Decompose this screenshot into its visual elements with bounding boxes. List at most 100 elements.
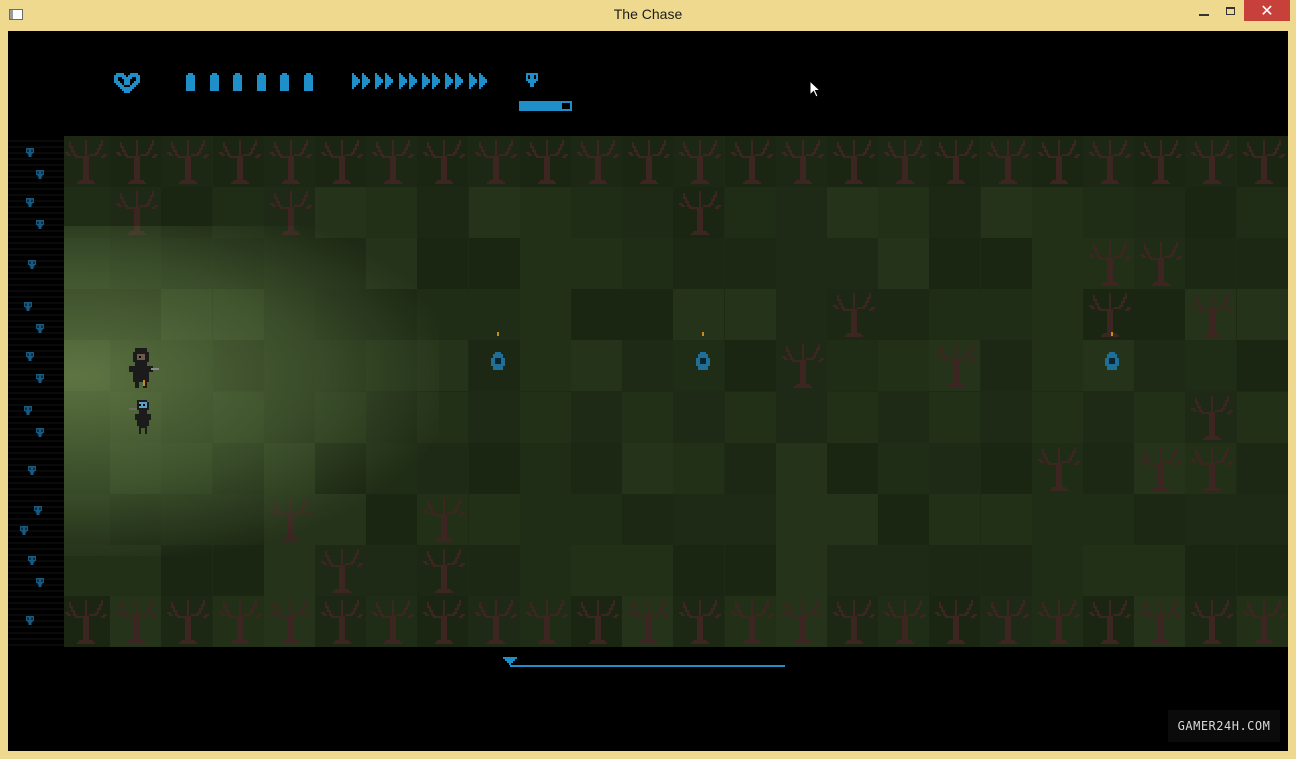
enemy-distance-bar: [519, 101, 572, 111]
ground-tile: [1134, 391, 1186, 443]
ground-tile: [366, 187, 418, 239]
ground-tile: [366, 340, 418, 392]
dead-tree: [884, 599, 927, 644]
dead-tree: [218, 140, 261, 184]
ground-tile: [1236, 289, 1288, 341]
ground-tile: [1134, 493, 1186, 545]
ground-tile: [878, 289, 930, 341]
hooded-companion[interactable]: [129, 400, 157, 436]
forest-map[interactable]: [59, 136, 1288, 647]
ground-tile: [980, 544, 1032, 596]
ground-tile: [519, 391, 571, 443]
ground-tile: [519, 187, 571, 239]
ground-tile: [519, 238, 571, 290]
close-button[interactable]: ✕: [1244, 0, 1290, 21]
ground-tile: [519, 442, 571, 494]
skull-icon: [26, 616, 34, 625]
ground-tile: [571, 493, 622, 545]
ground-tile: [59, 442, 110, 494]
ground-tile: [878, 340, 930, 392]
dead-tree: [269, 599, 312, 644]
spirit-lantern[interactable]: [1105, 332, 1119, 382]
ground-tile: [161, 187, 213, 239]
darkness-wall: [8, 136, 64, 647]
ground-tile: [161, 544, 213, 596]
dead-tree: [372, 599, 415, 644]
ground-tile: [212, 340, 264, 392]
ground-tile: [1031, 493, 1083, 545]
skull-icon: [26, 352, 34, 361]
ground-tile: [212, 238, 264, 290]
ground-tile: [315, 391, 366, 443]
ground-tile: [366, 544, 418, 596]
ground-tile: [622, 493, 674, 545]
ground-tile: [417, 442, 469, 494]
player-character[interactable]: [127, 348, 161, 388]
spirit-lantern[interactable]: [491, 332, 505, 382]
ground-tile: [161, 442, 213, 494]
dead-tree: [1191, 293, 1234, 338]
ground-tile: [775, 187, 827, 239]
ground-tile: [110, 238, 162, 290]
dead-tree: [1140, 242, 1183, 287]
dead-tree: [269, 140, 312, 184]
ground-tile: [724, 442, 776, 494]
ground-tile: [622, 340, 674, 392]
dead-tree: [321, 599, 363, 644]
dead-tree: [1140, 140, 1183, 184]
ground-tile: [1185, 544, 1237, 596]
ground-tile: [417, 187, 469, 239]
dead-tree: [935, 344, 978, 389]
ground-tile: [827, 391, 878, 443]
ground-tile: [417, 340, 469, 392]
ground-tile: [263, 238, 315, 290]
dead-tree: [474, 140, 517, 184]
bullet-icon: [233, 73, 242, 91]
ground-tile: [1236, 187, 1288, 239]
ground-tile: [622, 238, 674, 290]
ground-tile: [110, 442, 162, 494]
dead-tree: [1037, 446, 1080, 491]
ground-tile: [366, 289, 418, 341]
ground-tile: [827, 238, 878, 290]
ground-tile: [59, 493, 110, 545]
ground-tile: [827, 187, 878, 239]
dead-tree: [474, 599, 517, 644]
dead-tree: [116, 191, 159, 236]
minimize-icon: [1199, 14, 1209, 16]
ground-tile: [775, 238, 827, 290]
ground-tile: [366, 391, 418, 443]
spirit-lantern[interactable]: [696, 332, 710, 382]
fast-forward-icon: [398, 73, 417, 89]
maximize-button[interactable]: [1215, 0, 1247, 26]
dead-tree: [730, 140, 773, 184]
ground-tile: [212, 493, 264, 545]
dead-tree: [65, 140, 107, 184]
enemy-distance-fill: [520, 102, 563, 110]
ground-tile: [622, 544, 674, 596]
skull-icon: [20, 526, 28, 535]
ground-tile: [519, 289, 571, 341]
ground-tile: [929, 442, 981, 494]
ground-tile: [673, 238, 725, 290]
ground-tile: [827, 493, 878, 545]
ground-tile: [929, 289, 981, 341]
dead-tree: [269, 191, 312, 236]
ground-tile: [519, 544, 571, 596]
ground-tile: [1083, 544, 1134, 596]
ground-tile: [366, 493, 418, 545]
ground-tile: [468, 187, 520, 239]
skull-icon: [24, 302, 32, 311]
dead-tree: [1037, 599, 1080, 644]
window-titlebar[interactable]: The Chase ✕: [0, 0, 1296, 31]
ground-tile: [980, 187, 1032, 239]
ground-tile: [110, 544, 162, 596]
ground-tile: [622, 391, 674, 443]
ground-tile: [622, 289, 674, 341]
ground-tile: [724, 493, 776, 545]
game-canvas[interactable]: GAMER24H.COM: [8, 31, 1288, 751]
ground-tile: [59, 289, 110, 341]
ground-tile: [929, 391, 981, 443]
ground-tile: [878, 544, 930, 596]
ground-tile: [980, 493, 1032, 545]
